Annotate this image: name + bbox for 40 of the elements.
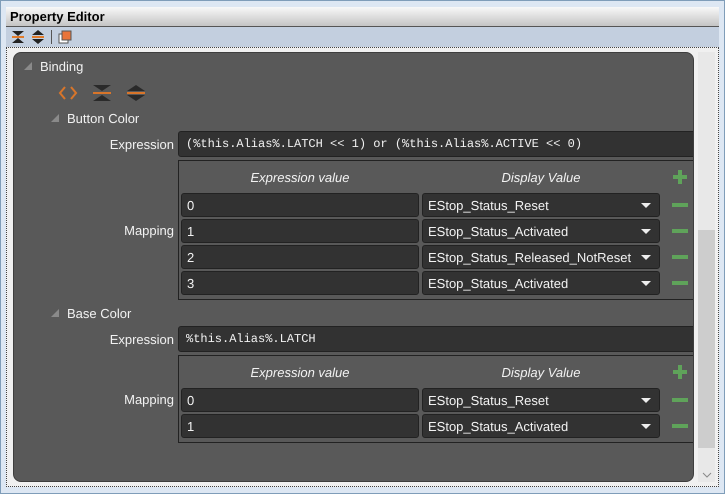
field-label: Mapping: [124, 222, 174, 238]
property-label: Button Color: [67, 110, 140, 126]
expression-field[interactable]: (%this.Alias%.LATCH << 1) or (%this.Alias%.ACTIVE << 0): [178, 131, 693, 157]
value-field[interactable]: 3: [181, 271, 419, 295]
field-label: Expression: [110, 136, 174, 152]
display-dropdown[interactable]: EStop_Status_Released_NotReset: [422, 245, 660, 269]
display-dropdown[interactable]: EStop_Status_Reset: [422, 388, 660, 412]
expander-icon[interactable]: [51, 309, 59, 317]
expander-icon[interactable]: [51, 114, 59, 122]
group-label: Binding: [40, 58, 84, 74]
window-title: Property Editor: [6, 7, 719, 27]
value-field[interactable]: 1: [181, 414, 419, 438]
value-field[interactable]: 0: [181, 193, 419, 217]
column-header: Display Value: [500, 364, 582, 382]
scroll-down-icon[interactable]: [702, 472, 712, 478]
property-pages-icon[interactable]: [58, 30, 72, 44]
scrollbar[interactable]: [698, 52, 715, 482]
value-field[interactable]: 1: [181, 219, 419, 243]
scrollbar-thumb[interactable]: [698, 230, 715, 448]
field-label: Mapping: [124, 392, 174, 406]
expand-all-icon[interactable]: [31, 30, 45, 44]
expand-all-icon[interactable]: [126, 85, 146, 101]
code-icon[interactable]: [58, 85, 78, 101]
add-icon[interactable]: [673, 365, 687, 379]
add-icon[interactable]: [673, 170, 687, 184]
collapse-all-icon[interactable]: [92, 85, 112, 101]
column-header: Expression value: [250, 169, 350, 187]
expression-field[interactable]: %this.Alias%.LATCH: [178, 326, 693, 352]
column-header: Expression value: [250, 364, 350, 382]
display-dropdown[interactable]: EStop_Status_Activated: [422, 219, 660, 243]
value-field[interactable]: 0: [181, 388, 419, 412]
column-header: Display Value: [500, 169, 582, 187]
property-label: Base Color: [67, 306, 132, 320]
expander-icon[interactable]: [24, 62, 32, 70]
display-dropdown[interactable]: EStop_Status_Reset: [422, 193, 660, 217]
value-field[interactable]: 2: [181, 245, 419, 269]
field-label: Expression: [110, 332, 174, 346]
display-dropdown[interactable]: EStop_Status_Activated: [422, 414, 660, 438]
collapse-all-icon[interactable]: [11, 30, 25, 44]
display-dropdown[interactable]: EStop_Status_Activated: [422, 271, 660, 295]
